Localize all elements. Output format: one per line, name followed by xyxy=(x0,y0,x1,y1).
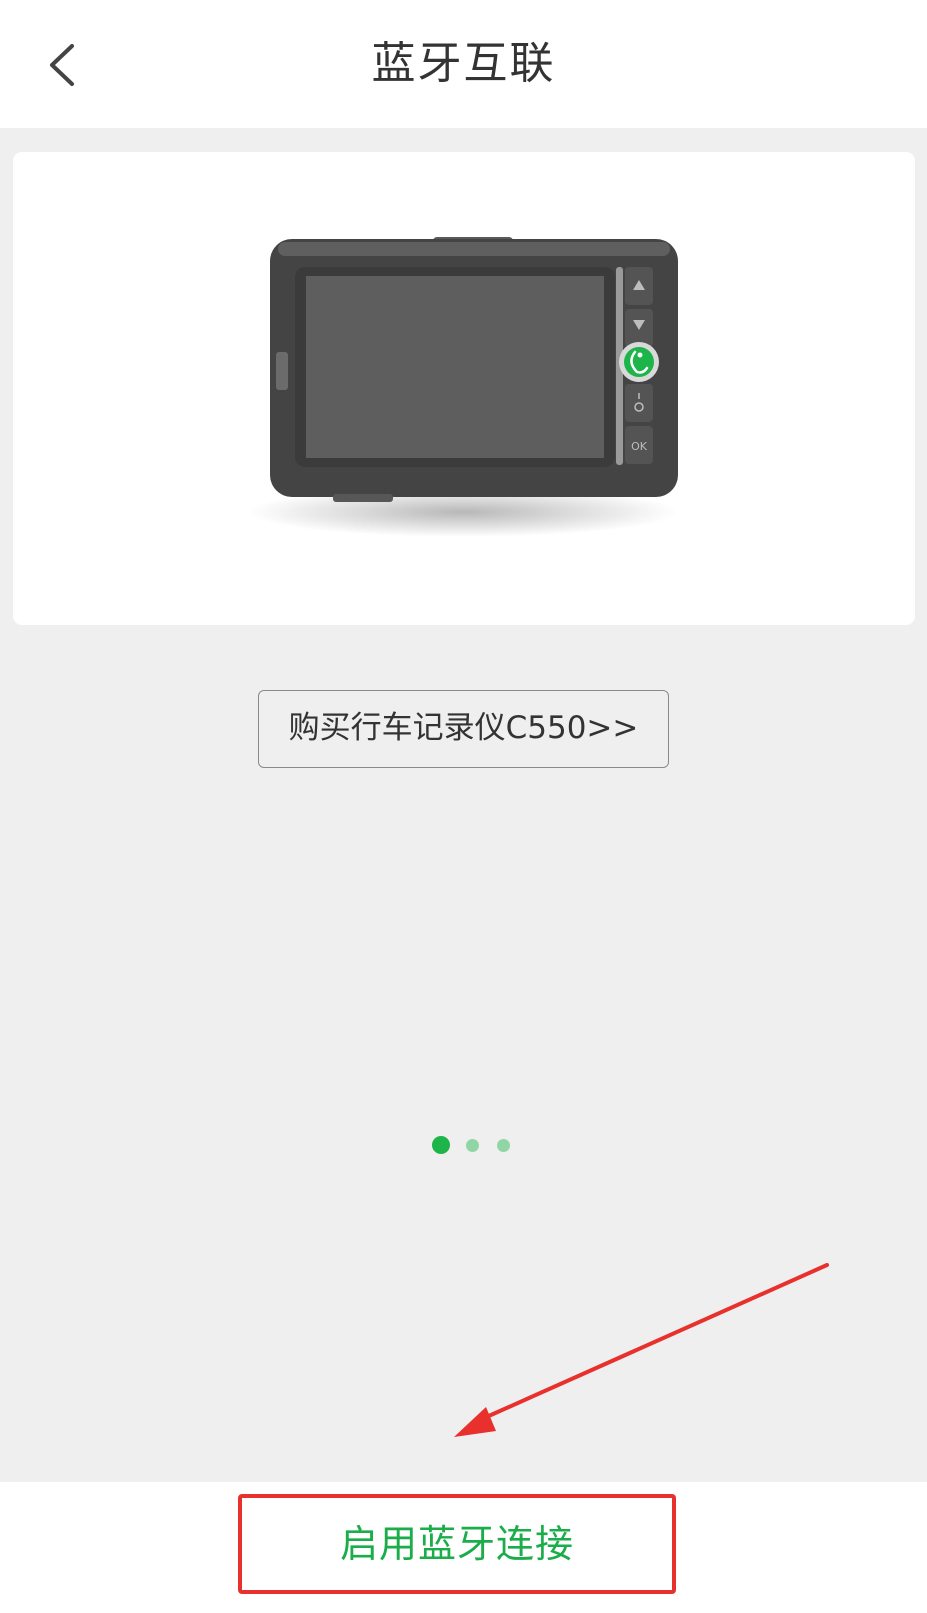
pager-dot-1[interactable] xyxy=(432,1136,450,1154)
annotation-arrowhead xyxy=(454,1407,496,1437)
device-side-tab xyxy=(276,352,288,390)
pager-dot-2[interactable] xyxy=(466,1139,479,1152)
top-bar: 蓝牙互联 xyxy=(0,0,927,128)
buy-dashcam-button[interactable]: 购买行车记录仪C550>> xyxy=(258,690,669,768)
pager-dot-3[interactable] xyxy=(497,1139,510,1152)
annotation-arrow-shaft xyxy=(471,1263,829,1425)
logo-mark-dot xyxy=(637,352,643,358)
enable-bluetooth-button[interactable]: 启用蓝牙连接 xyxy=(238,1494,676,1594)
device-illustration-card: OK xyxy=(13,152,915,625)
ok-key-label: OK xyxy=(631,440,648,453)
device-top-ridge xyxy=(278,242,670,256)
dashcam-device-illustration: OK xyxy=(248,237,678,537)
page-title: 蓝牙互联 xyxy=(371,38,556,89)
device-screen xyxy=(306,276,604,458)
bluetooth-pairing-screen: 蓝牙互联 OK 购买行车记录仪C550>> 启用蓝牙连接 xyxy=(0,0,927,1613)
device-bottom-tab xyxy=(333,494,393,502)
